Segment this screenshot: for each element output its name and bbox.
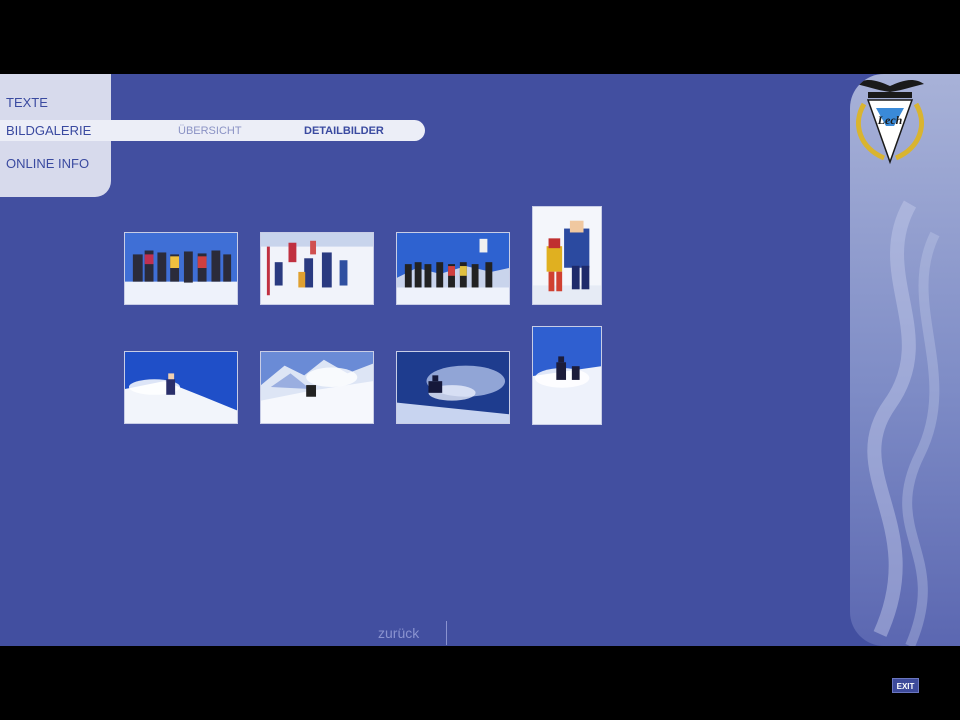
thumbnail-ski-group-jump[interactable] [396, 232, 510, 305]
main-stage: TEXTE ONLINE INFO BILDGALERIE ÜBERSICHT … [0, 74, 960, 646]
thumbnail-skier-deep-powder[interactable] [396, 351, 510, 424]
menu-item-texte[interactable]: TEXTE [6, 95, 48, 110]
thumbnail-skier-mountain-descent[interactable] [260, 351, 374, 424]
thumbnail-skier-powder-turn[interactable] [124, 351, 238, 424]
submenu-uebersicht[interactable]: ÜBERSICHT [178, 125, 242, 137]
decorative-side-panel: Lech [850, 74, 960, 646]
footer-divider [446, 621, 447, 645]
svg-text:Lech: Lech [877, 113, 903, 127]
menu-item-bildgalerie[interactable]: BILDGALERIE [6, 123, 91, 138]
exit-button[interactable]: EXIT [892, 678, 919, 693]
menu-item-online-info[interactable]: ONLINE INFO [6, 156, 89, 171]
thumbnail-ski-instructor-child[interactable] [532, 206, 602, 305]
submenu-detailbilder[interactable]: DETAILBILDER [304, 125, 384, 137]
back-link[interactable]: zurück [378, 625, 419, 641]
thumbnail-ski-kids-slalom[interactable] [260, 232, 374, 305]
skischule-lech-logo-icon: Lech [856, 80, 924, 165]
thumbnail-skier-pair-powder[interactable] [532, 326, 602, 425]
thumbnail-ski-group-photo[interactable] [124, 232, 238, 305]
menu-item-bildgalerie-bar: BILDGALERIE ÜBERSICHT DETAILBILDER [0, 120, 425, 141]
